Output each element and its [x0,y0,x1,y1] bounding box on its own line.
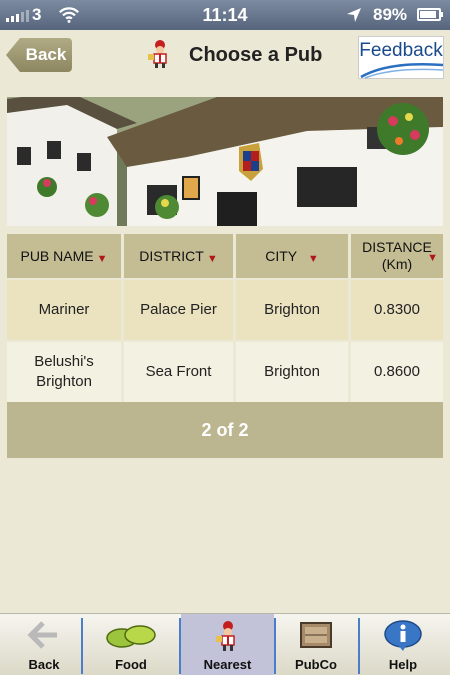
nav-header: Back Choose a Pub Feedback [0,30,450,86]
back-button[interactable]: Back [6,38,72,72]
page-indicator: 2 of 2 [7,402,443,458]
info-icon [384,620,422,651]
cell-district: Sea Front [124,342,233,402]
battery-icon [417,8,443,21]
cell-city: Brighton [236,342,348,402]
tab-pubco[interactable]: PubCo [276,614,356,675]
cell-pub-name: Mariner [7,280,121,340]
column-header-city[interactable]: CITY ▼ [236,234,348,278]
cell-pub-name: Belushi's Brighton [7,342,121,402]
tab-help[interactable]: Help [360,614,446,675]
sort-arrow-icon: ▼ [307,252,319,265]
tab-nearest[interactable]: Nearest [181,614,274,675]
status-bar: 3 11:14 89% [0,0,450,30]
feedback-swoosh-icon [360,62,444,79]
location-icon [347,8,361,22]
cell-district: Palace Pier [124,280,233,340]
sort-arrow-icon: ▼ [427,252,438,264]
cell-distance: 0.8300 [351,280,443,340]
table-row[interactable]: Belushi's Brighton Sea Front Brighton 0.… [7,342,443,402]
page-title: Choose a Pub [189,44,323,66]
tab-food[interactable]: Food [83,614,179,675]
back-arrow-icon [27,621,57,649]
column-header-distance[interactable]: DISTANCE (Km) ▼ [351,234,443,278]
column-header-district[interactable]: DISTRICT ▼ [124,234,233,278]
food-icon [106,625,156,648]
sort-arrow-icon: ▼ [96,252,108,265]
tab-back[interactable]: Back [0,614,88,675]
tab-bar: Back Food Nearest PubCo Help [0,613,450,675]
pub-photo-banner [7,97,443,226]
table-header: PUB NAME ▼ DISTRICT ▼ CITY ▼ DISTANCE (Km)… [7,234,443,278]
mascot-icon [148,40,167,68]
pub-table: PUB NAME ▼ DISTRICT ▼ CITY ▼ DISTANCE (Km)… [7,234,443,402]
cell-city: Brighton [236,280,348,340]
feedback-button[interactable]: Feedback [358,36,444,79]
sort-arrow-icon: ▼ [206,252,218,265]
column-header-pub-name[interactable]: PUB NAME ▼ [7,234,121,278]
table-row[interactable]: Mariner Palace Pier Brighton 0.8300 [7,280,443,340]
cell-distance: 0.8600 [351,342,443,402]
battery-percent: 89% [373,5,408,24]
mascot-icon [215,621,235,651]
pub-sign-icon [300,622,332,648]
